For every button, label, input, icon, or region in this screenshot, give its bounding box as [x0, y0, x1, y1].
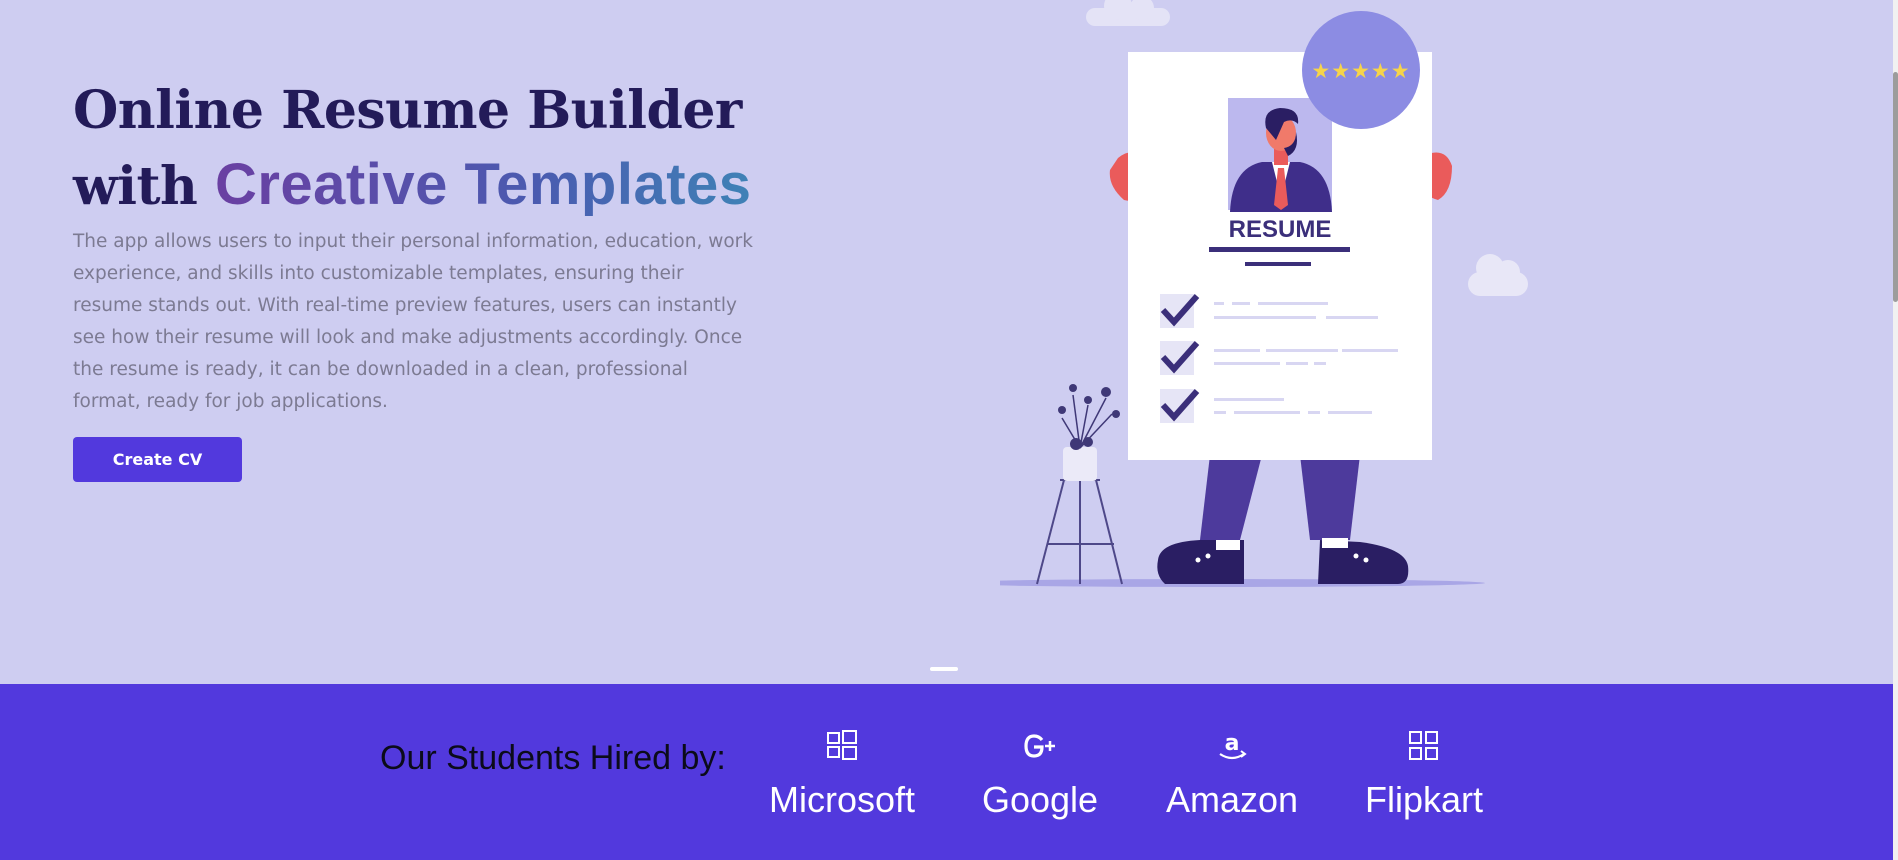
hero-description: The app allows users to input their pers… — [73, 231, 753, 412]
company-name: Flipkart — [1364, 779, 1484, 820]
company-flipkart[interactable]: Flipkart — [1344, 726, 1504, 820]
company-name: Amazon — [1165, 779, 1299, 820]
windows-icon — [827, 730, 857, 760]
legs — [1200, 455, 1262, 540]
grid-icon — [1409, 731, 1438, 760]
company-name: Google — [981, 779, 1099, 820]
shoes — [1157, 538, 1409, 584]
amazon-icon: a — [1219, 731, 1247, 760]
company-google[interactable]: Google — [960, 726, 1120, 820]
hero-section: Online Resume Builder with Creative Temp… — [0, 0, 1893, 684]
company-name: Microsoft — [768, 779, 916, 820]
plant-stand — [1036, 479, 1123, 585]
company-microsoft[interactable]: Microsoft — [762, 726, 922, 820]
hero-title: Online Resume Builder with Creative Temp… — [73, 74, 752, 224]
cloud-icon — [1086, 0, 1170, 26]
hired-by-section — [0, 684, 1893, 860]
cloud-icon — [1468, 254, 1528, 296]
resume-heading: RESUME — [1229, 216, 1332, 243]
hero-title-prefix: with — [73, 156, 198, 217]
page-scrollbar[interactable] — [1893, 0, 1898, 860]
company-amazon[interactable]: a Amazon — [1152, 726, 1312, 820]
carousel-indicator[interactable] — [930, 667, 958, 671]
rating-bubble: ★★★★★ — [1302, 11, 1420, 129]
plant-pot — [1063, 447, 1097, 481]
resume-illustration: RESUME ★★★★★ — [1000, 0, 1528, 587]
hero-title-line1: Online Resume Builder — [73, 80, 742, 141]
svg-text:a: a — [1225, 731, 1240, 756]
create-cv-button[interactable]: Create CV — [73, 437, 242, 482]
rating-stars: ★★★★★ — [1311, 59, 1410, 83]
scrollbar-thumb[interactable] — [1893, 72, 1898, 302]
hero-title-highlight: Creative Templates — [214, 152, 752, 217]
google-plus-icon — [1024, 734, 1055, 758]
hired-by-label: Our Students Hired by: — [380, 739, 726, 777]
hero-title-line2: with Creative Templates — [73, 148, 752, 224]
